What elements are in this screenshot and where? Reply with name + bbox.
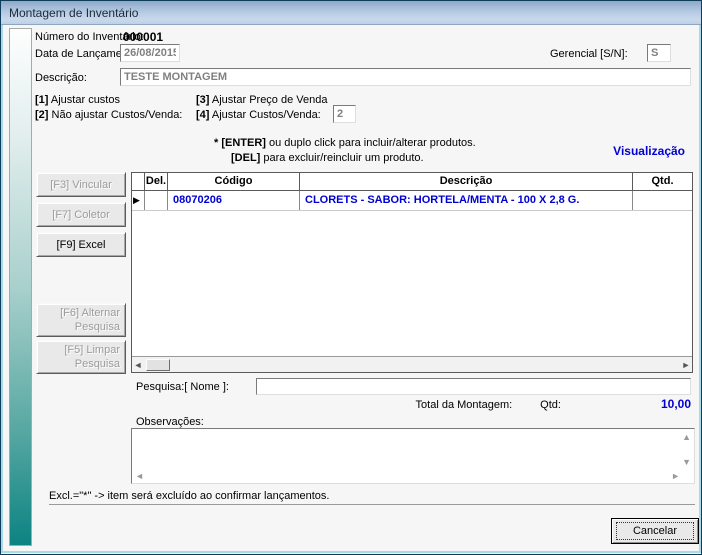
table-header: Del. Código Descrição Qtd.	[132, 173, 692, 191]
scrollbar-thumb[interactable]	[146, 359, 170, 371]
f5-limpar-pesquisa-button[interactable]: [F5] Limpar Pesquisa	[36, 340, 126, 374]
gerencial-label: Gerencial [S/N]:	[550, 48, 628, 60]
option-4-label: [4] Ajustar Custos/Venda:	[196, 109, 321, 121]
window-title: Montagem de Inventário	[9, 6, 138, 20]
inventory-number-value: 000001	[123, 30, 163, 44]
option-4-key: [4]	[196, 109, 209, 121]
obs-scroll-up-icon[interactable]: ▲	[682, 432, 691, 442]
total-qtd-label: Qtd:	[540, 399, 561, 411]
dialog-body: Número do Inventário: 000001 Data de Lan…	[1, 25, 701, 553]
search-label: Pesquisa:[ Nome ]:	[136, 381, 229, 393]
option-3-key: [3]	[196, 94, 209, 106]
scroll-right-icon[interactable]: ►	[680, 360, 692, 370]
codigo-column-header: Código	[168, 173, 300, 190]
qtd-column-header: Qtd.	[633, 173, 692, 190]
obs-scroll-left-icon[interactable]: ◄	[135, 471, 144, 481]
gerencial-field[interactable]	[647, 44, 671, 62]
option-2-label: [2] Não ajustar Custos/Venda:	[35, 109, 182, 121]
option-1-key: [1]	[35, 94, 48, 106]
exclusion-note: Excl.="*" -> item será excluído ao confi…	[49, 490, 329, 502]
obs-scroll-down-icon[interactable]: ▼	[682, 457, 691, 467]
title-bar[interactable]: Montagem de Inventário	[1, 1, 701, 25]
cancel-button[interactable]: Cancelar	[611, 518, 699, 544]
description-label: Descrição:	[35, 72, 87, 84]
products-table: Del. Código Descrição Qtd. ▶ 08070206 CL…	[131, 172, 693, 373]
f3-vincular-button[interactable]: [F3] Vincular	[36, 172, 126, 197]
f9-excel-button[interactable]: [F9] Excel	[36, 232, 126, 257]
footer-divider	[49, 504, 695, 505]
cancel-button-label: Cancelar	[616, 522, 694, 540]
scroll-left-icon[interactable]: ◄	[132, 360, 144, 370]
row-descricao-cell: CLORETS - SABOR: HORTELA/MENTA - 100 X 2…	[300, 191, 633, 210]
option-3-label: [3] Ajustar Preço de Venda	[196, 94, 327, 106]
total-qtd-value: 10,00	[661, 397, 691, 411]
del-column-header: Del.	[145, 173, 168, 190]
row-codigo-cell: 08070206	[168, 191, 300, 210]
total-row: Total da Montagem: Qtd: 10,00	[131, 397, 691, 411]
f6-alternar-pesquisa-button[interactable]: [F6] Alternar Pesquisa	[36, 303, 126, 337]
row-qtd-cell	[633, 191, 692, 210]
search-input[interactable]	[256, 378, 691, 395]
table-row[interactable]: ▶ 08070206 CLORETS - SABOR: HORTELA/MENT…	[132, 191, 692, 211]
observations-label: Observações:	[136, 416, 204, 428]
row-indicator-icon: ▶	[132, 191, 145, 210]
dialog-window: Montagem de Inventário Número do Inventá…	[0, 0, 702, 555]
launch-date-field[interactable]	[120, 44, 180, 62]
del-hint: [DEL] para excluir/reincluir um produto.	[231, 152, 424, 164]
teal-gradient-strip	[9, 28, 32, 546]
descricao-column-header: Descrição	[300, 173, 633, 190]
obs-scroll-right-icon[interactable]: ►	[671, 471, 680, 481]
option-2-key: [2]	[35, 109, 48, 121]
total-label: Total da Montagem:	[416, 399, 513, 411]
adjust-mode-field[interactable]	[333, 105, 356, 123]
description-field[interactable]	[120, 68, 691, 86]
visualizacao-link[interactable]: Visualização	[613, 144, 685, 158]
indicator-column-header	[132, 173, 145, 190]
enter-hint: * [ENTER] ou duplo click para incluir/al…	[214, 137, 476, 149]
observations-textarea[interactable]: ▲ ▼ ◄ ►	[131, 428, 695, 484]
table-horizontal-scrollbar[interactable]: ◄ ►	[132, 356, 692, 372]
row-del-cell	[145, 191, 168, 210]
f7-coletor-button[interactable]: [F7] Coletor	[36, 202, 126, 227]
option-1-label: [1] Ajustar custos	[35, 94, 120, 106]
